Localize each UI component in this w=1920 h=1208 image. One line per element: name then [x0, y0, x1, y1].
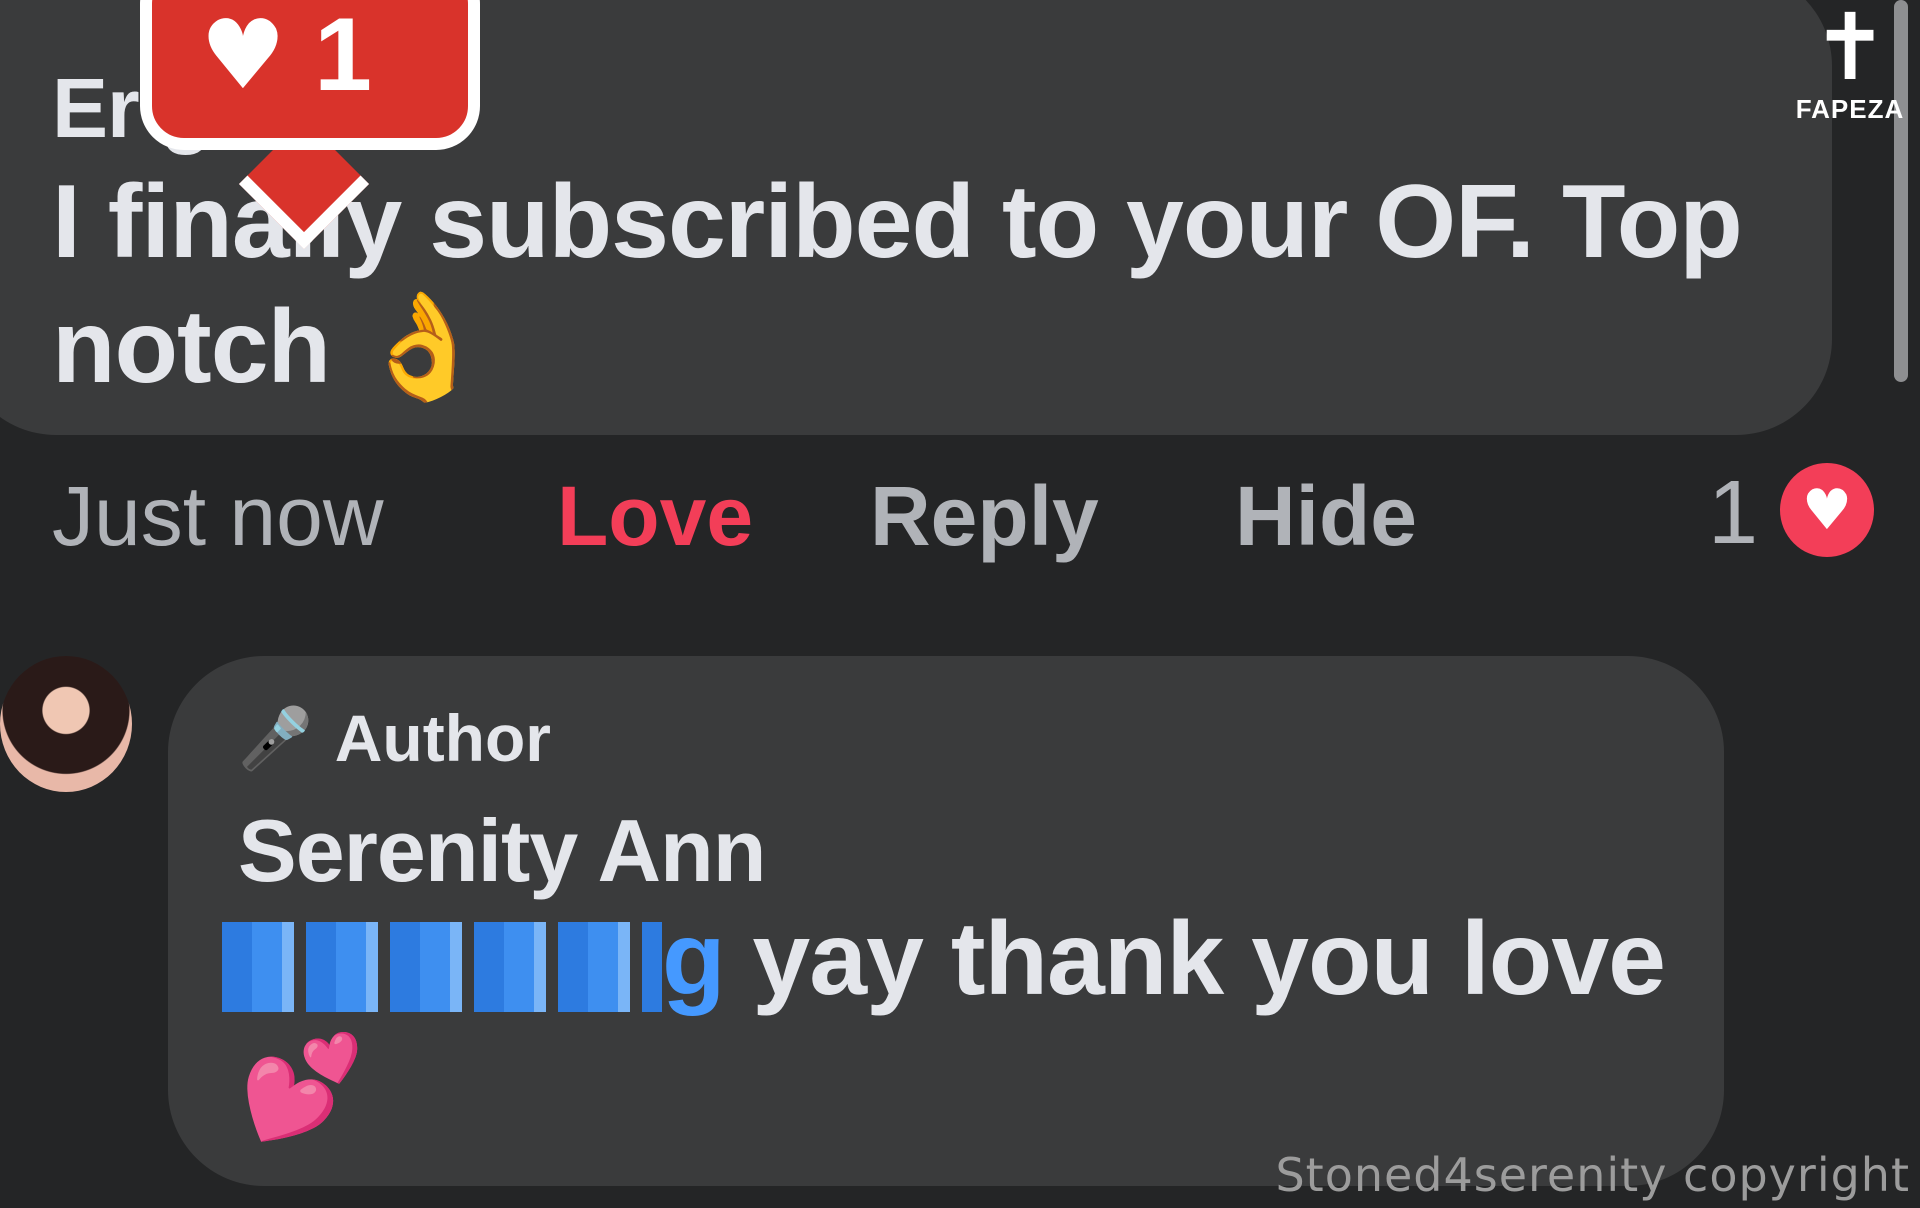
notification-badge: ♥ 1: [140, 0, 480, 150]
two-hearts-emoji: 💕: [240, 1028, 365, 1145]
timestamp: Just now: [52, 469, 384, 563]
logo: ✝ FAPEZA: [1792, 2, 1908, 125]
mention-link[interactable]: g: [662, 901, 726, 1017]
angel-icon: ✝: [1811, 0, 1889, 101]
hide-button[interactable]: Hide: [1235, 468, 1417, 565]
reaction-count[interactable]: 1: [1708, 462, 1758, 565]
reply-button[interactable]: Reply: [870, 468, 1099, 565]
watermark: Stoned4serenity copyright: [1275, 1148, 1910, 1202]
reply-text: g yay thank you love: [222, 900, 1666, 1019]
pixelated-mention: [222, 921, 662, 1012]
love-button[interactable]: Love: [557, 468, 753, 565]
avatar[interactable]: [0, 656, 132, 792]
microphone-icon: 🎤: [238, 703, 313, 774]
author-label: Author: [334, 701, 551, 775]
logo-text: FAPEZA: [1795, 94, 1905, 124]
heart-icon: ♥: [200, 0, 287, 111]
author-badge: 🎤 Author: [238, 700, 551, 776]
notification-count: 1: [314, 0, 372, 113]
reply-author-name[interactable]: Serenity Ann: [238, 800, 767, 902]
reply-body: yay thank you love: [724, 901, 1666, 1017]
ok-hand-emoji: 👌: [357, 285, 487, 407]
love-reaction-icon[interactable]: ♥: [1780, 463, 1874, 557]
